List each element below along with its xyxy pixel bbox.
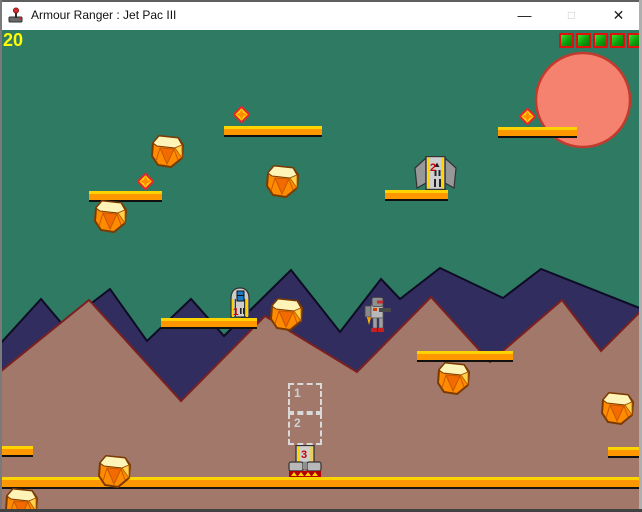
maximize-button[interactable]: □ <box>548 0 595 30</box>
rocket-part-2-number: 2 <box>430 162 436 174</box>
game-window: Armour Ranger : Jet Pac III — □ ✕ 1 2 1 … <box>0 0 642 512</box>
gold-crystal <box>97 455 131 488</box>
window-controls: — □ ✕ <box>501 0 642 30</box>
fuel-cell <box>610 33 625 48</box>
assembly-slot-1-number: 1 <box>294 386 301 400</box>
platform <box>417 351 513 362</box>
fuel-cell <box>593 33 608 48</box>
rocket-engine-base: 3 <box>288 445 322 477</box>
fuel-cell <box>559 33 574 48</box>
gem-pickup <box>137 173 154 190</box>
score-display: 20 <box>3 30 24 50</box>
gem-pickup <box>519 108 536 125</box>
gold-crystal <box>269 298 303 331</box>
window-title: Armour Ranger : Jet Pac III <box>31 8 177 22</box>
player-character <box>364 297 391 332</box>
platform <box>0 446 33 457</box>
assembly-slot-2: 2 <box>288 413 322 445</box>
fuel-gauge <box>559 33 642 48</box>
fuel-cell <box>576 33 591 48</box>
gold-crystal <box>93 200 127 233</box>
gold-crystal <box>600 392 634 425</box>
joystick-icon <box>8 7 23 23</box>
rocket-part-3-number: 3 <box>301 449 307 461</box>
gem-pickup <box>233 106 250 123</box>
gold-crystal <box>436 362 470 395</box>
window-border-left <box>0 0 2 512</box>
rocket-nose-cone: 1 <box>230 287 250 318</box>
platform <box>161 318 257 329</box>
close-button[interactable]: ✕ <box>595 0 642 30</box>
game-area[interactable]: 1 2 1 2 3 20 <box>0 30 642 512</box>
gold-crystal <box>150 135 184 168</box>
assembly-slot-1: 1 <box>288 383 322 413</box>
minimize-button[interactable]: — <box>501 0 548 30</box>
gold-crystal <box>265 165 299 198</box>
platform <box>385 190 448 201</box>
assembly-slot-2-number: 2 <box>294 416 301 430</box>
platform <box>498 127 577 138</box>
platform <box>608 447 642 458</box>
window-border-top <box>0 0 642 2</box>
title-bar[interactable]: Armour Ranger : Jet Pac III — □ ✕ <box>0 0 642 30</box>
rocket-mid-section: 2 <box>414 156 457 190</box>
rocket-part-1-number: 1 <box>233 307 239 318</box>
platform <box>224 126 322 137</box>
